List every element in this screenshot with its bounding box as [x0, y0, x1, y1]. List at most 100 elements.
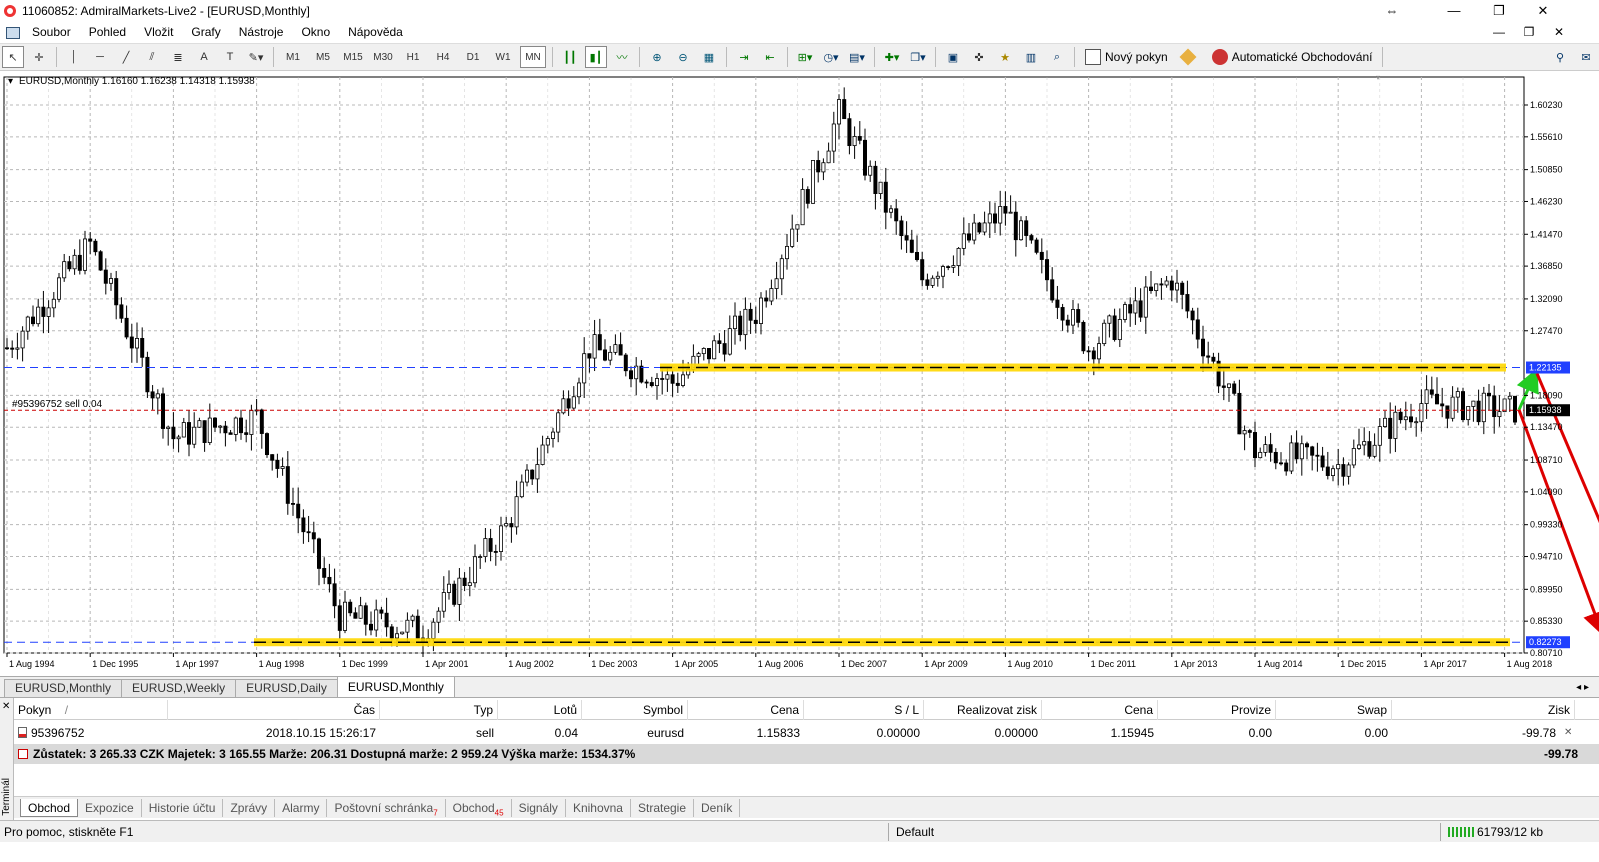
- column-header[interactable]: Pokyn /: [14, 699, 168, 720]
- fibonacci-icon[interactable]: ≣: [167, 46, 189, 68]
- tab-strategie[interactable]: Strategie: [631, 798, 695, 817]
- timeframe-w1[interactable]: W1: [490, 46, 516, 68]
- mdi-minimize-button[interactable]: —: [1484, 22, 1514, 43]
- templates-icon[interactable]: ▤▾: [846, 46, 868, 68]
- column-header[interactable]: Provize: [1158, 699, 1276, 720]
- horizontal-line-icon[interactable]: ─: [89, 46, 111, 68]
- line-chart-icon[interactable]: 〰: [611, 46, 633, 68]
- column-header[interactable]: Cena: [688, 699, 804, 720]
- column-header[interactable]: Lotů: [498, 699, 582, 720]
- cursor-arrow-icon[interactable]: ↖: [2, 46, 24, 68]
- timeframe-mn[interactable]: MN: [520, 46, 546, 68]
- timeframe-m1[interactable]: M1: [280, 46, 306, 68]
- market-watch-icon[interactable]: ▣: [942, 46, 964, 68]
- data-window-icon[interactable]: ✜: [968, 46, 990, 68]
- menu-pohled[interactable]: Pohled: [80, 22, 135, 43]
- chart-canvas[interactable]: ▾ 1.60230 1.55610 1.50850 1.46230 1.41470 1.3…: [0, 71, 1599, 676]
- new-order-button[interactable]: Nový pokyn: [1079, 46, 1174, 68]
- zoom-in-icon[interactable]: ⊕: [646, 46, 668, 68]
- menu-grafy[interactable]: Grafy: [182, 22, 229, 43]
- column-header[interactable]: Symbol: [582, 699, 688, 720]
- tab-postovni-schranka[interactable]: Poštovní schránka7: [327, 798, 446, 817]
- indicators-icon[interactable]: ⊞▾: [794, 46, 816, 68]
- navigator-icon[interactable]: ★: [994, 46, 1016, 68]
- maximize-button[interactable]: ❐: [1479, 0, 1519, 22]
- expert-advisors-button[interactable]: [1174, 46, 1206, 68]
- tab-signaly[interactable]: Signály: [512, 798, 566, 817]
- menu-soubor[interactable]: Soubor: [23, 22, 80, 43]
- chart-window[interactable]: ▾ 1.60230 1.55610 1.50850 1.46230 1.41470 1.3…: [0, 71, 1599, 676]
- timeframe-h4[interactable]: H4: [430, 46, 456, 68]
- candle-body: [1081, 321, 1086, 352]
- chart-shift-icon[interactable]: ⇤: [759, 46, 781, 68]
- terminal-close-icon[interactable]: ✕: [2, 701, 10, 712]
- menu-vlozit[interactable]: Vložit: [135, 22, 182, 43]
- timeframe-m30[interactable]: M30: [370, 46, 396, 68]
- tab-knihovna[interactable]: Knihovna: [566, 798, 631, 817]
- zoom-out-icon[interactable]: ⊖: [672, 46, 694, 68]
- close-button[interactable]: ✕: [1523, 0, 1563, 22]
- auto-scroll-icon[interactable]: ⇥: [733, 46, 755, 68]
- candle-body: [915, 251, 920, 261]
- candle-body: [1003, 206, 1008, 214]
- menu-napoveda[interactable]: Nápověda: [339, 22, 412, 43]
- tab-alarmy[interactable]: Alarmy: [275, 798, 328, 817]
- column-header[interactable]: Swap: [1276, 699, 1392, 720]
- timeframe-m5[interactable]: M5: [310, 46, 336, 68]
- timeframe-m15[interactable]: M15: [340, 46, 366, 68]
- column-header[interactable]: Zisk: [1392, 699, 1575, 720]
- strategy-tester-icon[interactable]: ⌕: [1046, 46, 1068, 68]
- candle-body: [129, 336, 134, 349]
- vertical-line-icon[interactable]: │: [63, 46, 85, 68]
- text-icon[interactable]: A: [193, 46, 215, 68]
- channel-icon[interactable]: ⫽: [141, 46, 163, 68]
- terminal-icon[interactable]: ▥: [1020, 46, 1042, 68]
- tab-obchod[interactable]: Obchod: [20, 798, 79, 817]
- column-header[interactable]: Čas: [168, 699, 380, 720]
- text-label-icon[interactable]: T: [219, 46, 241, 68]
- tab-zpravy[interactable]: Zprávy: [223, 798, 276, 817]
- profiles-icon[interactable]: ❐▾: [907, 46, 929, 68]
- candle-body: [1060, 307, 1065, 321]
- tile-windows-icon[interactable]: ▦: [698, 46, 720, 68]
- column-header[interactable]: Cena: [1042, 699, 1158, 720]
- mdi-restore-button[interactable]: ❐: [1514, 22, 1544, 43]
- candle-body: [1268, 444, 1273, 453]
- crosshair-icon[interactable]: ✛: [28, 46, 50, 68]
- menu-nastroje[interactable]: Nástroje: [230, 22, 293, 43]
- chat-icon[interactable]: ✉: [1575, 46, 1597, 68]
- column-header[interactable]: S / L: [804, 699, 924, 720]
- tab-scroll-arrows-icon[interactable]: ◂ ▸: [1576, 679, 1589, 697]
- tab-denik[interactable]: Deník: [694, 798, 741, 817]
- shapes-dropdown-icon[interactable]: ✎▾: [245, 46, 267, 68]
- tab-expozice[interactable]: Expozice: [78, 798, 142, 817]
- status-profile[interactable]: Default: [892, 821, 938, 843]
- timeframe-h1[interactable]: H1: [400, 46, 426, 68]
- restore-icon[interactable]: ⇔: [1372, 0, 1412, 22]
- tab-eurusd-daily[interactable]: EURUSD,Daily: [235, 679, 338, 697]
- mdi-close-button[interactable]: ✕: [1544, 22, 1574, 43]
- auto-trading-button[interactable]: Automatické Obchodování: [1206, 46, 1379, 68]
- minimize-button[interactable]: —: [1434, 0, 1474, 22]
- candle-body: [951, 265, 956, 268]
- tab-eurusd-weekly[interactable]: EURUSD,Weekly: [121, 679, 237, 697]
- periods-clock-icon[interactable]: ◷▾: [820, 46, 842, 68]
- trend-line-icon[interactable]: ╱: [115, 46, 137, 68]
- bar-chart-icon[interactable]: ┃┃: [559, 46, 581, 68]
- tab-historie-uctu[interactable]: Historie účtu: [142, 798, 224, 817]
- chart-collapse-icon[interactable]: ▾: [8, 76, 13, 87]
- tab-eurusd-monthly-active[interactable]: EURUSD,Monthly: [336, 676, 455, 697]
- menu-okno[interactable]: Okno: [292, 22, 339, 43]
- table-row[interactable]: 95396752 2018.10.15 15:26:17 sell 0.04 e…: [14, 723, 1599, 743]
- timeframe-d1[interactable]: D1: [460, 46, 486, 68]
- tab-obchod-market[interactable]: Obchod45: [446, 798, 512, 817]
- candlestick-icon[interactable]: ▮┃: [585, 46, 607, 68]
- column-header[interactable]: Realizovat zisk: [924, 699, 1042, 720]
- close-order-icon[interactable]: ✕: [1560, 723, 1575, 743]
- new-chart-icon[interactable]: ✚▾: [881, 46, 903, 68]
- tab-eurusd-monthly-1[interactable]: EURUSD,Monthly: [4, 679, 123, 697]
- search-icon[interactable]: ⚲: [1549, 46, 1571, 68]
- column-header[interactable]: Typ: [380, 699, 498, 720]
- status-connection[interactable]: 61793/12 kb: [1444, 821, 1547, 843]
- candle-body: [920, 259, 925, 281]
